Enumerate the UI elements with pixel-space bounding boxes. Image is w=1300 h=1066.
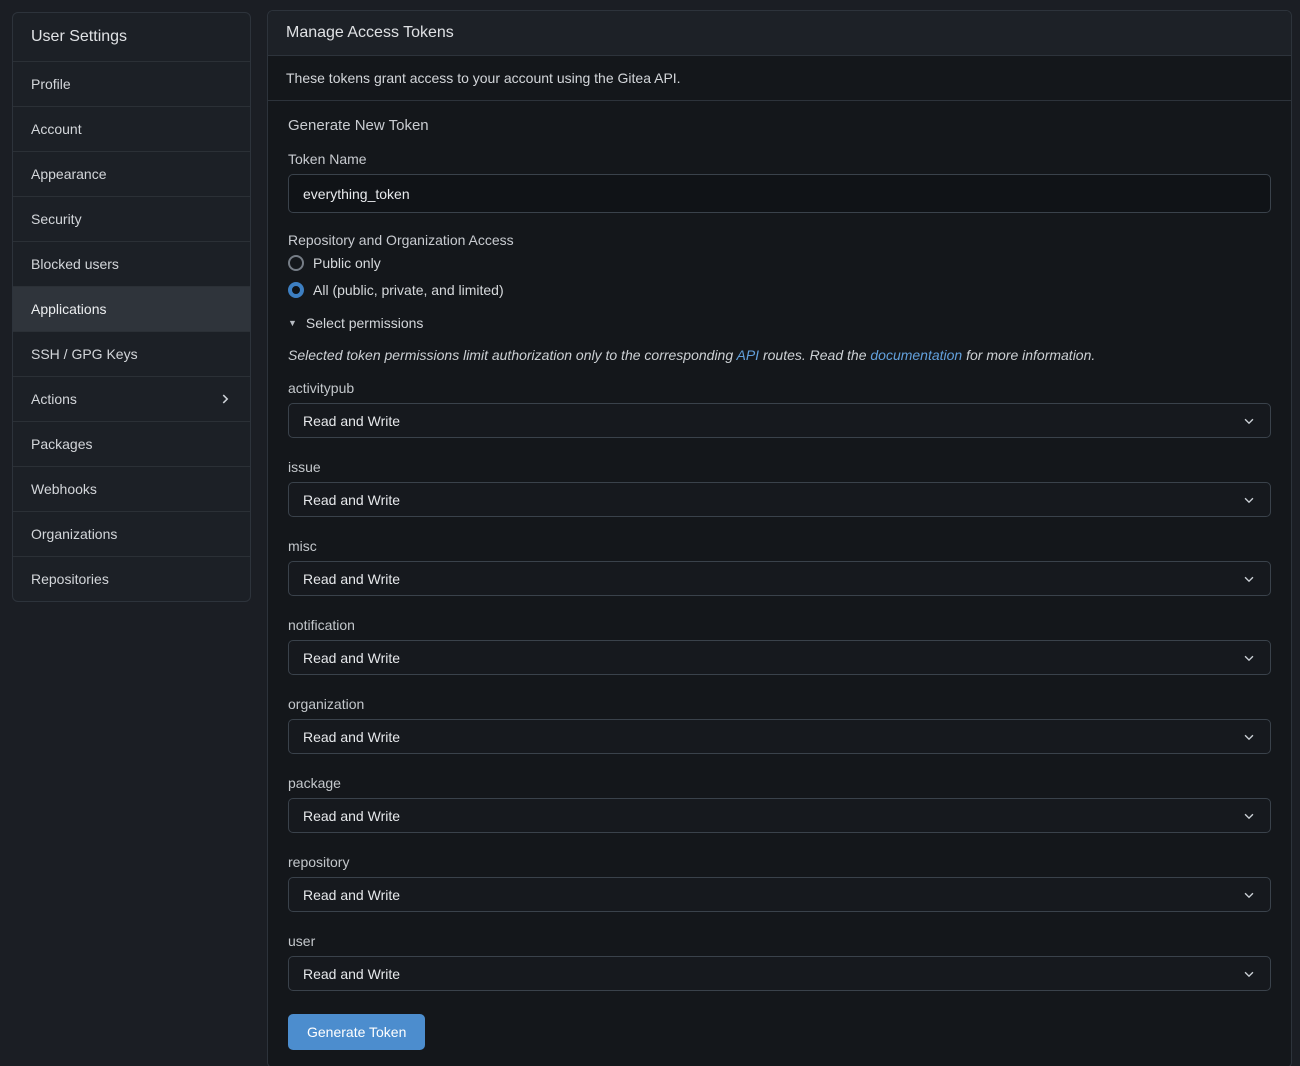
chevron-down-icon bbox=[1242, 730, 1256, 744]
scope-label: package bbox=[288, 775, 1271, 791]
scope-select-repository[interactable]: Read and Write bbox=[288, 877, 1271, 912]
select-permissions-label: Select permissions bbox=[306, 315, 424, 331]
sidebar-item-applications[interactable]: Applications bbox=[13, 287, 250, 332]
sidebar-item-actions[interactable]: Actions bbox=[13, 377, 250, 422]
settings-sidebar: User Settings Profile Account Appearance… bbox=[12, 12, 251, 602]
permissions-note: Selected token permissions limit authori… bbox=[288, 347, 1271, 363]
api-link[interactable]: API bbox=[737, 347, 760, 363]
selected-option: Read and Write bbox=[303, 492, 400, 508]
sidebar-item-organizations[interactable]: Organizations bbox=[13, 512, 250, 557]
chevron-down-icon bbox=[1242, 809, 1256, 823]
sidebar-item-label: Actions bbox=[31, 391, 77, 407]
scope-select-package[interactable]: Read and Write bbox=[288, 798, 1271, 833]
sidebar-item-label: Appearance bbox=[31, 166, 107, 182]
token-name-input[interactable] bbox=[288, 174, 1271, 213]
sidebar-item-label: Profile bbox=[31, 76, 71, 92]
panel-description: These tokens grant access to your accoun… bbox=[268, 56, 1291, 101]
triangle-down-icon: ▼ bbox=[288, 318, 297, 328]
manage-access-tokens-panel: Manage Access Tokens These tokens grant … bbox=[267, 10, 1292, 1066]
radio-all-access[interactable]: All (public, private, and limited) bbox=[288, 282, 1271, 298]
sidebar-item-label: Security bbox=[31, 211, 82, 227]
scope-select-misc[interactable]: Read and Write bbox=[288, 561, 1271, 596]
settings-page: User Settings Profile Account Appearance… bbox=[0, 0, 1300, 1066]
scope-label: misc bbox=[288, 538, 1271, 554]
selected-option: Read and Write bbox=[303, 808, 400, 824]
sidebar-item-label: Applications bbox=[31, 301, 107, 317]
scope-select-notification[interactable]: Read and Write bbox=[288, 640, 1271, 675]
generate-token-form: Generate New Token Token Name Repository… bbox=[268, 101, 1291, 1066]
scope-group-activitypub: activitypub Read and Write bbox=[288, 380, 1271, 438]
scope-label: activitypub bbox=[288, 380, 1271, 396]
scope-select-issue[interactable]: Read and Write bbox=[288, 482, 1271, 517]
scope-group-repository: repository Read and Write bbox=[288, 854, 1271, 912]
scope-label: notification bbox=[288, 617, 1271, 633]
sidebar-item-label: Repositories bbox=[31, 571, 109, 587]
sidebar-title: User Settings bbox=[13, 13, 250, 62]
chevron-down-icon bbox=[1242, 414, 1256, 428]
panel-title: Manage Access Tokens bbox=[268, 11, 1291, 56]
sidebar-item-label: Organizations bbox=[31, 526, 117, 542]
chevron-down-icon bbox=[1242, 572, 1256, 586]
scope-group-user: user Read and Write bbox=[288, 933, 1271, 991]
sidebar-item-label: SSH / GPG Keys bbox=[31, 346, 138, 362]
selected-option: Read and Write bbox=[303, 729, 400, 745]
scope-group-package: package Read and Write bbox=[288, 775, 1271, 833]
radio-unselected-icon[interactable] bbox=[288, 255, 304, 271]
selected-option: Read and Write bbox=[303, 887, 400, 903]
sidebar-item-appearance[interactable]: Appearance bbox=[13, 152, 250, 197]
generate-token-button[interactable]: Generate Token bbox=[288, 1014, 425, 1050]
sidebar-item-ssh-gpg-keys[interactable]: SSH / GPG Keys bbox=[13, 332, 250, 377]
sidebar-item-label: Account bbox=[31, 121, 82, 137]
selected-option: Read and Write bbox=[303, 650, 400, 666]
token-name-label: Token Name bbox=[288, 151, 1271, 167]
chevron-right-icon bbox=[218, 392, 232, 406]
sidebar-item-packages[interactable]: Packages bbox=[13, 422, 250, 467]
radio-selected-icon[interactable] bbox=[288, 282, 304, 298]
scope-group-notification: notification Read and Write bbox=[288, 617, 1271, 675]
sidebar-item-profile[interactable]: Profile bbox=[13, 62, 250, 107]
sidebar-item-security[interactable]: Security bbox=[13, 197, 250, 242]
note-text: Selected token permissions limit authori… bbox=[288, 347, 737, 363]
selected-option: Read and Write bbox=[303, 571, 400, 587]
sidebar-item-account[interactable]: Account bbox=[13, 107, 250, 152]
chevron-down-icon bbox=[1242, 967, 1256, 981]
sidebar-item-blocked-users[interactable]: Blocked users bbox=[13, 242, 250, 287]
select-permissions-toggle[interactable]: ▼ Select permissions bbox=[288, 315, 1271, 331]
scope-select-activitypub[interactable]: Read and Write bbox=[288, 403, 1271, 438]
note-text: for more information. bbox=[962, 347, 1095, 363]
scope-label: issue bbox=[288, 459, 1271, 475]
sidebar-item-webhooks[interactable]: Webhooks bbox=[13, 467, 250, 512]
sidebar-item-repositories[interactable]: Repositories bbox=[13, 557, 250, 601]
scope-group-organization: organization Read and Write bbox=[288, 696, 1271, 754]
repo-org-access-label: Repository and Organization Access bbox=[288, 232, 1271, 248]
scope-select-organization[interactable]: Read and Write bbox=[288, 719, 1271, 754]
selected-option: Read and Write bbox=[303, 413, 400, 429]
form-section-title: Generate New Token bbox=[288, 117, 1271, 134]
radio-all-access-label: All (public, private, and limited) bbox=[313, 282, 504, 298]
radio-public-only-label: Public only bbox=[313, 255, 381, 271]
chevron-down-icon bbox=[1242, 888, 1256, 902]
scope-group-issue: issue Read and Write bbox=[288, 459, 1271, 517]
documentation-link[interactable]: documentation bbox=[870, 347, 962, 363]
selected-option: Read and Write bbox=[303, 966, 400, 982]
scope-select-user[interactable]: Read and Write bbox=[288, 956, 1271, 991]
sidebar-item-label: Blocked users bbox=[31, 256, 119, 272]
note-text: routes. Read the bbox=[759, 347, 870, 363]
sidebar-item-label: Packages bbox=[31, 436, 92, 452]
chevron-down-icon bbox=[1242, 651, 1256, 665]
scope-label: repository bbox=[288, 854, 1271, 870]
scope-label: organization bbox=[288, 696, 1271, 712]
radio-public-only[interactable]: Public only bbox=[288, 255, 1271, 271]
chevron-down-icon bbox=[1242, 493, 1256, 507]
sidebar-item-label: Webhooks bbox=[31, 481, 97, 497]
scope-group-misc: misc Read and Write bbox=[288, 538, 1271, 596]
scope-label: user bbox=[288, 933, 1271, 949]
